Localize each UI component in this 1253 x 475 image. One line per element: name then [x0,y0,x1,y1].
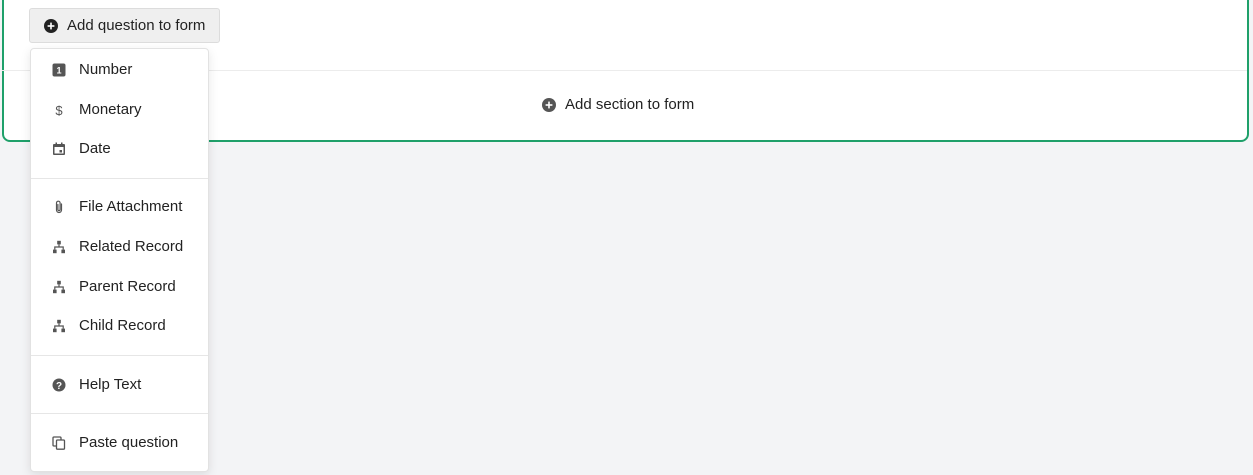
help-icon: ? [52,378,66,392]
menu-item-paste-question[interactable]: Paste question [31,428,208,458]
svg-text:1: 1 [56,66,61,76]
plus-circle-icon [542,97,556,112]
hierarchy-icon [52,319,66,333]
add-section-label: Add section to form [565,96,695,113]
menu-divider [31,413,208,414]
menu-item-label: Child Record [79,317,166,334]
menu-divider [31,355,208,356]
hierarchy-icon [52,240,66,254]
menu-item-label: Number [79,61,133,78]
calendar-icon [52,142,66,156]
menu-item-label: File Attachment [79,198,183,215]
menu-item-date[interactable]: Date [31,134,208,164]
add-section-button[interactable]: Add section to form [542,96,694,113]
svg-text:$: $ [55,103,63,117]
menu-item-label: Related Record [79,238,184,255]
add-question-label: Add question to form [67,17,206,34]
menu-item-file-attachment[interactable]: File Attachment [31,192,208,222]
question-type-menu: 1 Number $ Monetary Date File Attachment… [30,48,209,472]
svg-text:?: ? [56,381,62,392]
menu-item-parent-record[interactable]: Parent Record [31,272,208,302]
menu-item-label: Help Text [79,376,142,393]
plus-circle-icon [44,18,58,33]
menu-item-monetary[interactable]: $ Monetary [31,95,208,125]
paperclip-icon [52,200,66,214]
number-icon: 1 [52,63,66,77]
menu-item-label: Parent Record [79,278,176,295]
add-question-button[interactable]: Add question to form [29,8,221,43]
hierarchy-icon [52,280,66,294]
menu-item-label: Monetary [79,101,142,118]
dollar-icon: $ [52,103,66,117]
menu-item-label: Date [79,140,111,157]
menu-item-label: Paste question [79,434,179,451]
menu-item-child-record[interactable]: Child Record [31,311,208,341]
menu-item-help-text[interactable]: ? Help Text [31,370,208,400]
copy-icon [52,436,66,450]
menu-divider [31,178,208,179]
menu-item-related-record[interactable]: Related Record [31,232,208,262]
menu-item-number[interactable]: 1 Number [31,55,208,85]
